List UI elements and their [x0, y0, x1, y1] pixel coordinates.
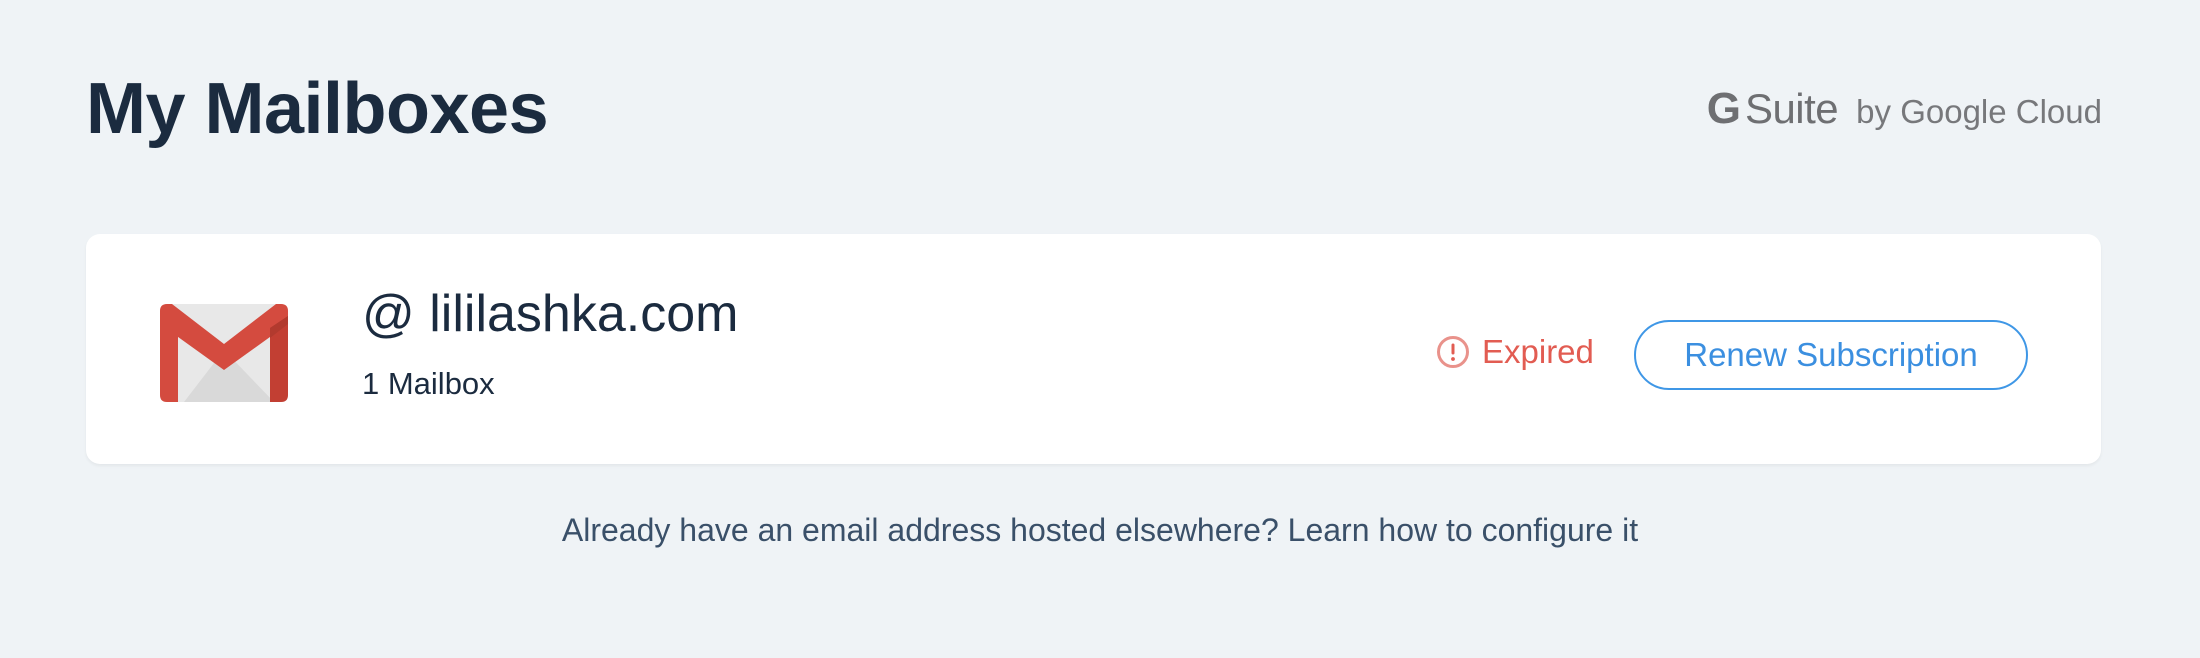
status-label: Expired: [1482, 333, 1594, 370]
page-title: My Mailboxes: [86, 69, 549, 149]
gsuite-byline: by Google Cloud: [1856, 93, 2102, 130]
status-badge: Expired: [1436, 333, 1594, 371]
renew-subscription-button[interactable]: Renew Subscription: [1634, 320, 2028, 390]
gsuite-logo: G Suite by Google Cloud: [1707, 84, 2102, 134]
external-email-note: Already have an email address hosted els…: [0, 512, 2200, 549]
configure-email-link[interactable]: Learn how to configure it: [1288, 512, 1638, 548]
mailbox-card: @ lililashka.com 1 Mailbox Expired Renew…: [86, 234, 2101, 464]
external-email-question: Already have an email address hosted els…: [561, 512, 1288, 548]
mailbox-domain: @ lililashka.com: [362, 285, 739, 343]
alert-circle-icon: [1437, 336, 1469, 368]
gmail-icon: [160, 304, 288, 402]
mailbox-count: 1 Mailbox: [362, 366, 495, 401]
gsuite-wordmark: Suite: [1744, 85, 1839, 132]
gsuite-g-mark: G: [1706, 84, 1741, 133]
